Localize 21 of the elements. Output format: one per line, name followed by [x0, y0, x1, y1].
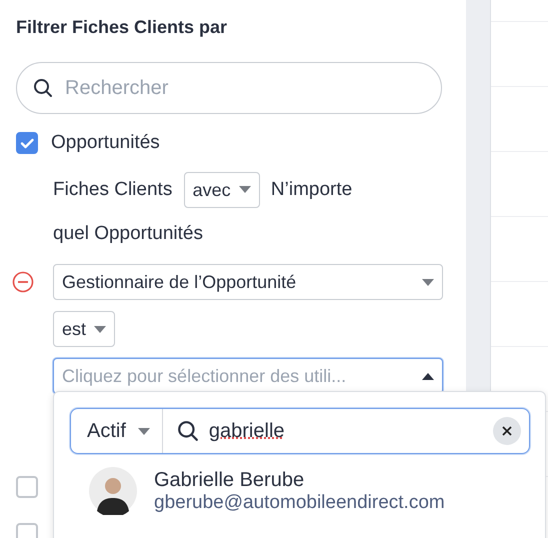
- search-icon: [33, 78, 53, 98]
- search-field[interactable]: Rechercher: [16, 62, 442, 114]
- field-dropdown[interactable]: Gestionnaire de l’Opportunité: [53, 264, 443, 300]
- condition-text: N’importe: [270, 179, 352, 200]
- user-search-bar[interactable]: Actif gabrielle: [70, 408, 530, 454]
- remove-icon[interactable]: [12, 271, 34, 293]
- panel-title: Filtrer Fiches Clients par: [16, 17, 228, 38]
- user-email: gberube@automobileendirect.com: [154, 492, 445, 514]
- clear-button[interactable]: [493, 417, 521, 445]
- checkbox[interactable]: [16, 476, 38, 498]
- search-icon: [176, 420, 199, 442]
- condition-text: Fiches Clients: [53, 179, 172, 200]
- comparator-dropdown[interactable]: est: [53, 311, 116, 347]
- condition-text: quel Opportunités: [53, 222, 203, 246]
- filter-label: Opportunités: [51, 132, 160, 154]
- user-name[interactable]: Gabrielle Berube: [154, 468, 445, 492]
- status-dropdown[interactable]: Actif: [71, 409, 163, 453]
- operator-dropdown[interactable]: avec: [184, 172, 260, 208]
- checkbox[interactable]: [16, 132, 38, 154]
- avatar-icon: [89, 467, 137, 515]
- close-icon: [501, 425, 513, 437]
